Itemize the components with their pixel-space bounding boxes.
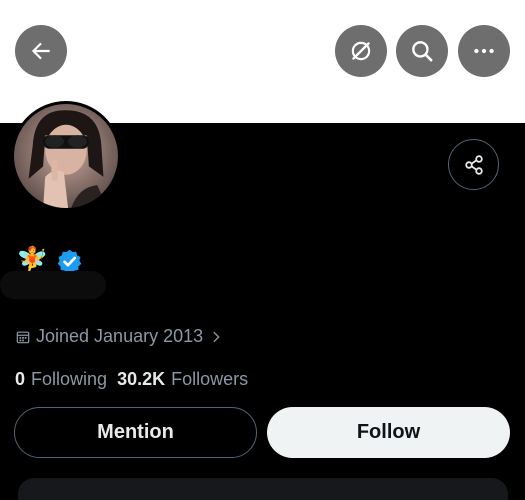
more-button[interactable] (458, 25, 510, 77)
search-button[interactable] (396, 25, 448, 77)
following-count[interactable]: 0 (15, 369, 25, 390)
follow-stats: 0 Following 30.2K Followers (15, 369, 258, 390)
arrow-left-icon (31, 42, 50, 60)
more-dots-icon (474, 48, 494, 54)
followers-label[interactable]: Followers (171, 369, 248, 390)
back-button[interactable] (15, 25, 67, 77)
calendar-icon (16, 331, 30, 343)
joined-label: Joined January 2013 (36, 326, 204, 346)
avatar-image (14, 104, 118, 208)
following-label[interactable]: Following (31, 369, 107, 390)
grok-icon (351, 41, 371, 61)
joined-date[interactable]: Joined January 2013 (16, 326, 223, 347)
follow-button[interactable]: Follow (267, 407, 510, 458)
redacted-handle (0, 271, 106, 299)
grok-button[interactable] (335, 25, 387, 77)
chevron-right-icon (213, 331, 220, 342)
followers-count[interactable]: 30.2K (117, 369, 165, 390)
share-icon (464, 154, 483, 175)
bottom-card (18, 478, 508, 500)
mention-button[interactable]: Mention (14, 407, 257, 458)
avatar[interactable] (11, 101, 121, 211)
share-button[interactable] (448, 139, 499, 190)
search-icon (412, 41, 433, 62)
